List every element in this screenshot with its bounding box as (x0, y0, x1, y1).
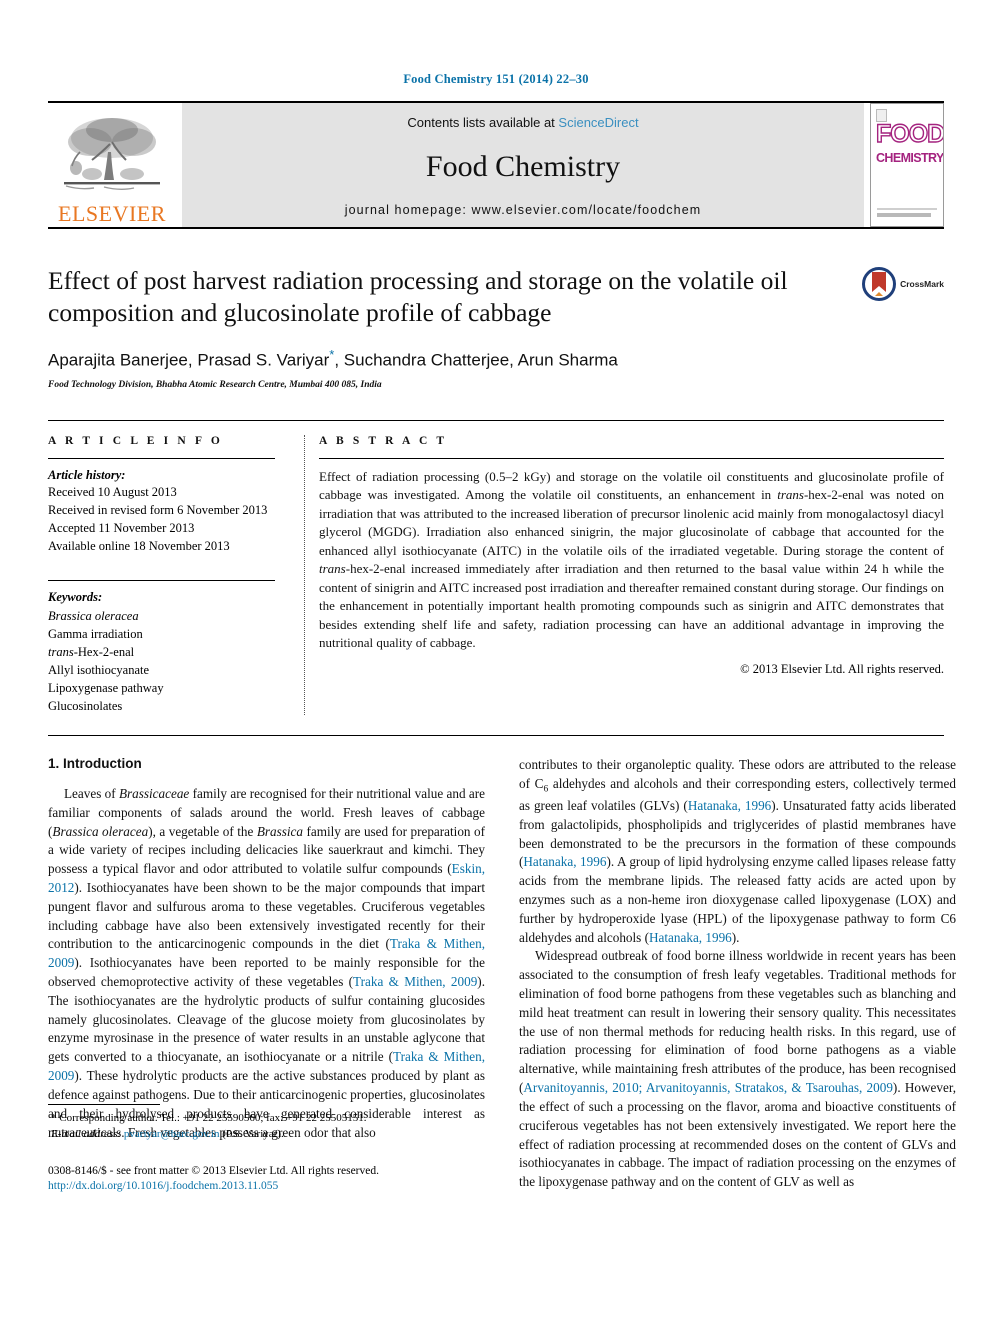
journal-title: Food Chemistry (425, 149, 621, 183)
affiliation: Food Technology Division, Bhabha Atomic … (48, 379, 382, 390)
citation-link[interactable]: Hatanaka, 1996 (649, 930, 732, 945)
sciencedirect-link[interactable]: ScienceDirect (558, 115, 638, 130)
body-columns: 1. Introduction Leaves of Brassicaceae f… (48, 756, 956, 1192)
citation-link[interactable]: Hatanaka, 1996 (688, 798, 771, 813)
email-suffix: (P.S. Variyar). (219, 1127, 284, 1140)
citation-link[interactable]: Traka & Mithen, 2009 (48, 936, 485, 970)
journal-cover-thumbnail[interactable]: FOOD CHEMISTRY (870, 103, 944, 227)
abstract-column: A B S T R A C T Effect of radiation proc… (293, 435, 944, 715)
email-label: E-mail address: (51, 1127, 122, 1140)
running-head: Food Chemistry 151 (2014) 22–30 (403, 72, 589, 86)
footer-block: 0308-8146/$ - see front matter © 2013 El… (48, 1163, 485, 1192)
history-item: Accepted 11 November 2013 (48, 520, 195, 535)
info-abstract-section: A R T I C L E I N F O Article history: R… (48, 419, 944, 715)
citation-link[interactable]: Hatanaka, 1996 (523, 854, 606, 869)
abstract-heading: A B S T R A C T (319, 434, 448, 447)
body-paragraph: Widespread outbreak of food borne illnes… (519, 948, 956, 1190)
elsevier-tree-icon (64, 118, 160, 190)
authors-post: , Suchandra Chatterjee, Arun Sharma (334, 350, 618, 370)
history-item: Received 10 August 2013 (48, 484, 177, 499)
crossmark-icon (862, 267, 897, 301)
section-title-introduction: 1. Introduction (48, 755, 142, 771)
keywords-rule (48, 579, 275, 581)
keywords-label: Keywords: (48, 589, 103, 604)
body-top-rule (48, 734, 944, 736)
keyword-item: trans-Hex-2-enal (48, 644, 135, 659)
cover-title-food: FOOD (875, 120, 944, 148)
abstract-copyright: © 2013 Elsevier Ltd. All rights reserved… (740, 662, 944, 677)
citation-link[interactable]: Eskin, 2012 (48, 861, 485, 895)
abstract-rule (319, 457, 944, 459)
cover-title-chemistry: CHEMISTRY (876, 151, 944, 165)
journal-masthead: ELSEVIER Contents lists available at Sci… (48, 101, 944, 227)
elsevier-wordmark: ELSEVIER (58, 201, 166, 226)
title-block: Effect of post harvest radiation process… (48, 265, 944, 390)
journal-banner: Contents lists available at ScienceDirec… (182, 103, 864, 227)
history-item: Available online 18 November 2013 (48, 538, 230, 553)
column-divider (304, 434, 305, 715)
keyword-item: Allyl isothiocyanate (48, 662, 150, 677)
citation-link[interactable]: Arvanitoyannis, 2010; Arvanitoyannis, St… (523, 1080, 893, 1095)
corresponding-author-note: * Corresponding author. Tel.: +91 22 255… (51, 1111, 367, 1124)
article-page: Food Chemistry 151 (2014) 22–30 ELSEVIER… (0, 0, 992, 1323)
history-item: Received in revised form 6 November 2013 (48, 502, 268, 517)
footnote-block: * Corresponding author. Tel.: +91 22 255… (48, 1103, 485, 1192)
masthead-bottom-rule (48, 227, 944, 229)
issn-line: 0308-8146/$ - see front matter © 2013 El… (48, 1164, 379, 1177)
abstract-text: Effect of radiation processing (0.5–2 kG… (319, 468, 944, 650)
body-paragraph: Leaves of Brassicaceae family are recogn… (48, 785, 486, 1140)
article-history-label: Article history: (48, 467, 126, 482)
crossmark-badge[interactable]: CrossMark (862, 267, 944, 301)
crossmark-label: CrossMark (900, 279, 944, 289)
author-list: Aparajita Banerjee, Prasad S. Variyar*, … (48, 347, 944, 371)
article-info-column: A R T I C L E I N F O Article history: R… (48, 435, 293, 715)
citation-link[interactable]: Traka & Mithen, 2009 (48, 1049, 485, 1083)
email-link[interactable]: pvariyar@barc.gov.in (124, 1128, 220, 1140)
footnote-rule (48, 1103, 160, 1105)
authors-pre: Aparajita Banerjee, Prasad S. Variyar (48, 350, 330, 370)
article-info-rule (48, 457, 275, 459)
keyword-item: Gamma irradiation (48, 626, 143, 641)
contents-line: Contents lists available at ScienceDirec… (407, 115, 638, 130)
body-paragraph: contributes to their organoleptic qualit… (519, 756, 956, 945)
page-title: Effect of post harvest radiation process… (48, 266, 788, 328)
body-column-right: contributes to their organoleptic qualit… (519, 756, 956, 1192)
cover-footer-bar-1 (877, 208, 937, 210)
citation-link[interactable]: Traka & Mithen, 2009 (353, 974, 477, 989)
keyword-item: Lipoxygenase pathway (48, 680, 164, 695)
keywords-list: Brassica oleracea Gamma irradiation tran… (48, 607, 275, 715)
keyword-item: Glucosinolates (48, 698, 123, 713)
article-info-heading: A R T I C L E I N F O (48, 434, 223, 447)
elsevier-logo: ELSEVIER (48, 103, 176, 227)
cover-footer-bar-2 (877, 213, 931, 217)
keyword-item: Brassica oleracea (48, 608, 139, 623)
doi-link[interactable]: http://dx.doi.org/10.1016/j.foodchem.201… (48, 1180, 485, 1192)
journal-homepage-link[interactable]: journal homepage: www.elsevier.com/locat… (345, 203, 702, 217)
email-note: E-mail address: pvariyar@barc.gov.in (P.… (48, 1127, 485, 1143)
contents-prefix: Contents lists available at (407, 115, 559, 130)
body-column-left: 1. Introduction Leaves of Brassicaceae f… (48, 756, 485, 1192)
